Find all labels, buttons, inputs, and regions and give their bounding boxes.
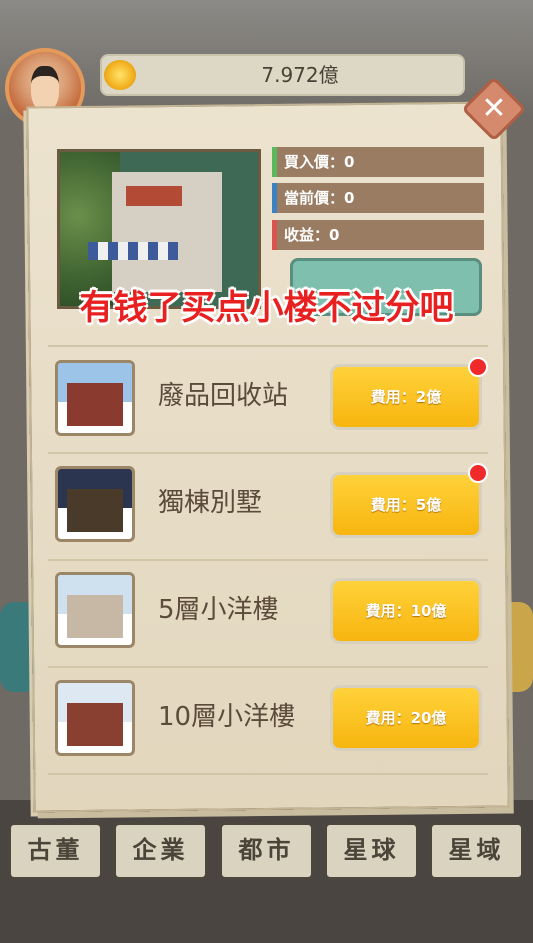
cost-button[interactable]: 費用：20億 [330, 685, 482, 751]
item-name: 廢品回收站 [158, 381, 289, 411]
notification-badge [468, 463, 488, 483]
row-divider [48, 452, 488, 454]
item-thumbnail-recycling [55, 360, 135, 436]
row-divider [48, 666, 488, 668]
stat-bar-blue [272, 183, 277, 213]
nav-city[interactable]: 都市 [219, 822, 314, 880]
stat-profit: 收益：0 [272, 220, 484, 250]
stat-buy-price: 買入價：0 [272, 147, 484, 177]
close-icon[interactable]: ✕ [471, 86, 517, 132]
thumb-building [66, 488, 124, 532]
cost-button[interactable]: 費用：5億 [330, 472, 482, 538]
gold-ingot-icon [104, 60, 136, 90]
thumb-building [66, 702, 124, 746]
awning [88, 242, 178, 260]
nav-antiques[interactable]: 古董 [8, 822, 103, 880]
cost-button[interactable]: 費用：2億 [330, 364, 482, 430]
row-divider [48, 345, 488, 347]
stat-bar-red [272, 220, 277, 250]
thumb-building [66, 382, 124, 426]
item-name: 10層小洋樓 [158, 702, 296, 732]
nav-star-domain[interactable]: 星域 [429, 822, 524, 880]
overlay-caption: 有钱了买点小楼不过分吧 [79, 288, 454, 328]
money-amount: 7.972億 [261, 63, 339, 87]
shop-sign [126, 186, 182, 206]
notification-badge [468, 357, 488, 377]
nav-planet[interactable]: 星球 [324, 822, 419, 880]
cost-button[interactable]: 費用：10億 [330, 578, 482, 644]
stat-bar-green [272, 147, 277, 177]
item-thumbnail-5f [55, 572, 135, 648]
nav-enterprise[interactable]: 企業 [113, 822, 208, 880]
item-thumbnail-10f [55, 680, 135, 756]
row-divider [48, 773, 488, 775]
item-thumbnail-villa [55, 466, 135, 542]
item-name: 5層小洋樓 [158, 595, 279, 625]
row-divider [48, 559, 488, 561]
avatar-face [31, 66, 59, 112]
item-name: 獨棟別墅 [158, 488, 263, 518]
stat-current-price: 當前價：0 [272, 183, 484, 213]
thumb-building [66, 594, 124, 638]
